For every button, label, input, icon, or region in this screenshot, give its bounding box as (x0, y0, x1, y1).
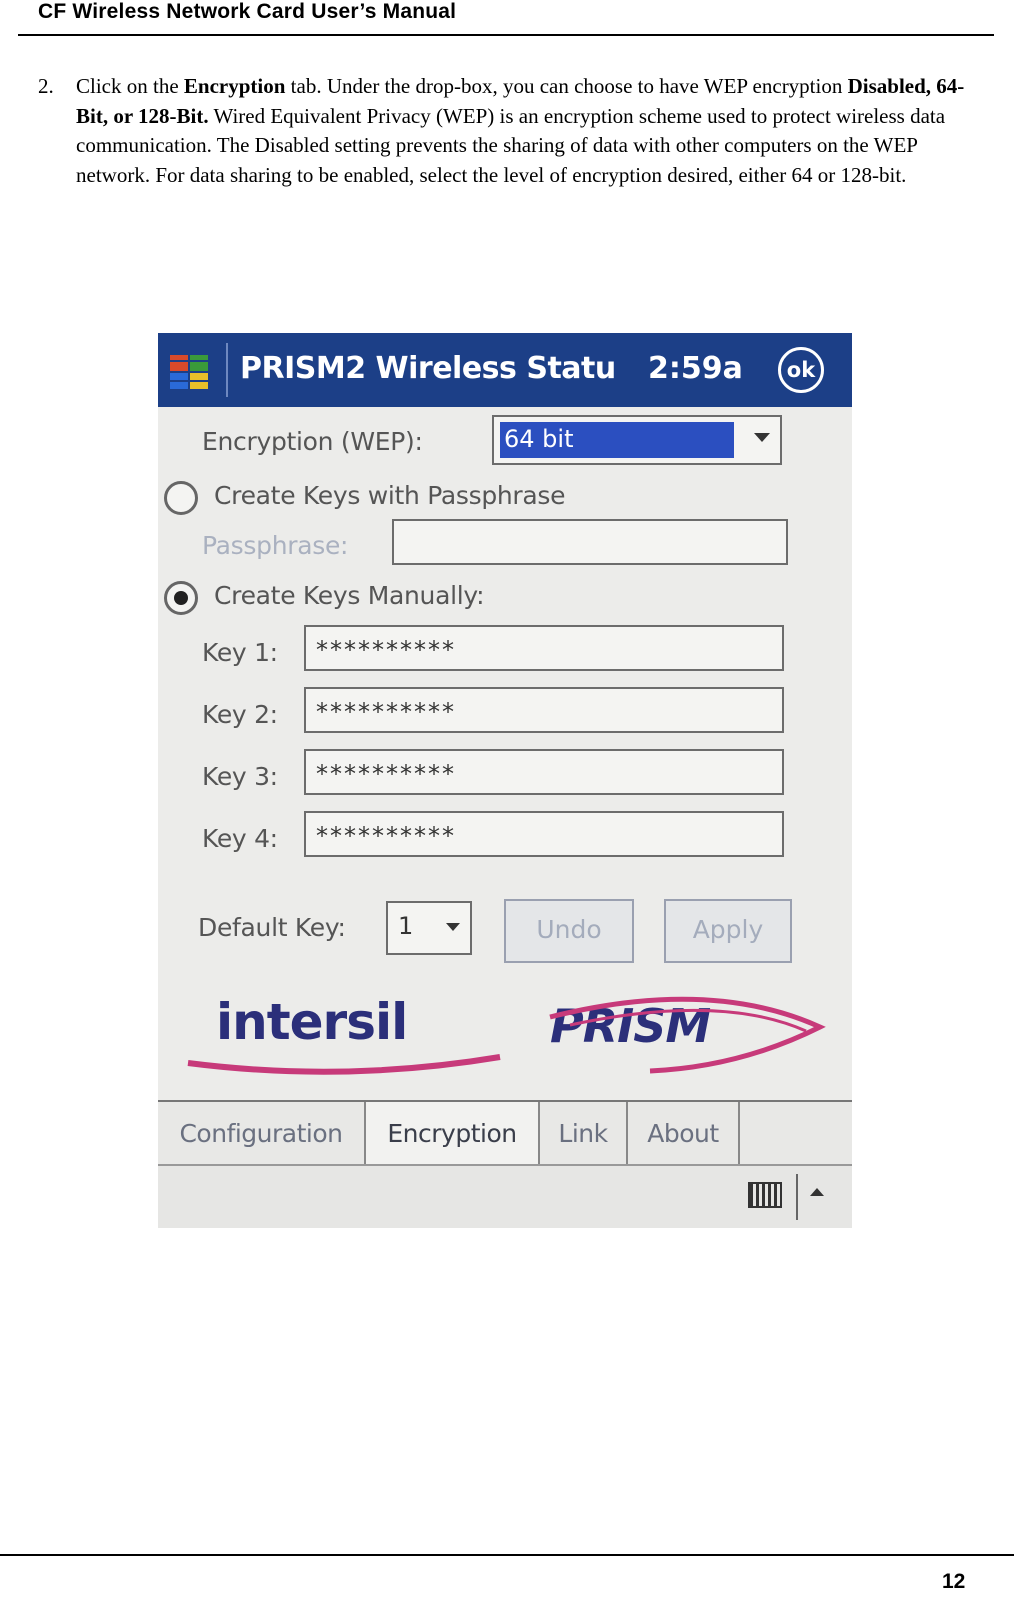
encryption-label: Encryption (WEP): (202, 427, 423, 456)
footer-divider (0, 1554, 1014, 1556)
default-key-dropdown[interactable]: 1 (386, 901, 472, 955)
intersil-swoosh-icon (187, 1054, 501, 1075)
apply-button[interactable]: Apply (664, 899, 792, 963)
radio-passphrase[interactable] (164, 481, 198, 515)
key4-label: Key 4: (202, 824, 278, 853)
encryption-selected: 64 bit (500, 422, 734, 458)
encryption-value: 64 bit (504, 425, 574, 453)
key2-value: ********** (316, 698, 456, 726)
title-separator (226, 343, 228, 397)
radio-passphrase-label: Create Keys with Passphrase (214, 481, 566, 510)
clock: 2:59a (648, 351, 743, 386)
windows-flag-icon[interactable] (168, 353, 212, 391)
undo-button[interactable]: Undo (504, 899, 634, 963)
default-key-value: 1 (398, 912, 416, 940)
key1-value: ********** (316, 636, 456, 664)
step-number: 2. (38, 74, 54, 98)
tab-link[interactable]: Link (540, 1102, 628, 1166)
tab-configuration[interactable]: Configuration (158, 1102, 366, 1166)
key2-label: Key 2: (202, 700, 278, 729)
page-number: 12 (942, 1570, 966, 1593)
keyboard-icon[interactable] (748, 1182, 782, 1208)
chevron-down-icon (754, 433, 770, 442)
step-text: Click on the Encryption tab. Under the d… (76, 72, 968, 190)
key2-input[interactable]: ********** (304, 687, 784, 733)
prism-swoosh-icon (549, 996, 826, 1074)
tab-bar: Configuration Encryption Link About (158, 1100, 852, 1166)
step-2: 2. Click on the Encryption tab. Under th… (38, 72, 968, 190)
pda-screenshot: PRISM2 Wireless Statu 2:59a ok Encryptio… (158, 333, 852, 1228)
encryption-dropdown[interactable]: 64 bit (492, 415, 782, 465)
step-bold-encryption: Encryption (183, 74, 286, 98)
tab-about[interactable]: About (628, 1102, 740, 1166)
radio-manual[interactable] (164, 581, 198, 615)
key4-input[interactable]: ********** (304, 811, 784, 857)
input-panel-bar (158, 1164, 852, 1228)
key1-label: Key 1: (202, 638, 278, 667)
logo-area: intersil PRISM (158, 983, 852, 1093)
key3-label: Key 3: (202, 762, 278, 791)
app-title: PRISM2 Wireless Statu (240, 351, 616, 386)
title-bar: PRISM2 Wireless Statu 2:59a ok (158, 333, 852, 407)
ok-button[interactable]: ok (778, 347, 824, 393)
passphrase-input[interactable] (392, 519, 788, 565)
intersil-logo: intersil (216, 993, 408, 1051)
key4-value: ********** (316, 822, 456, 850)
step-text-part: Click on the (76, 74, 184, 98)
radio-manual-label: Create Keys Manually: (214, 581, 485, 610)
header-divider (18, 34, 994, 36)
key3-value: ********** (316, 760, 456, 788)
page-header-title: CF Wireless Network Card User’s Manual (38, 0, 457, 23)
keyboard-separator (796, 1174, 798, 1220)
chevron-up-icon[interactable] (810, 1188, 824, 1196)
key1-input[interactable]: ********** (304, 625, 784, 671)
default-key-label: Default Key: (198, 913, 346, 942)
key3-input[interactable]: ********** (304, 749, 784, 795)
tab-encryption[interactable]: Encryption (366, 1102, 540, 1166)
chevron-down-icon (446, 923, 460, 931)
passphrase-label: Passphrase: (202, 531, 349, 560)
step-text-part: tab. Under the drop-box, you can choose … (285, 74, 848, 98)
